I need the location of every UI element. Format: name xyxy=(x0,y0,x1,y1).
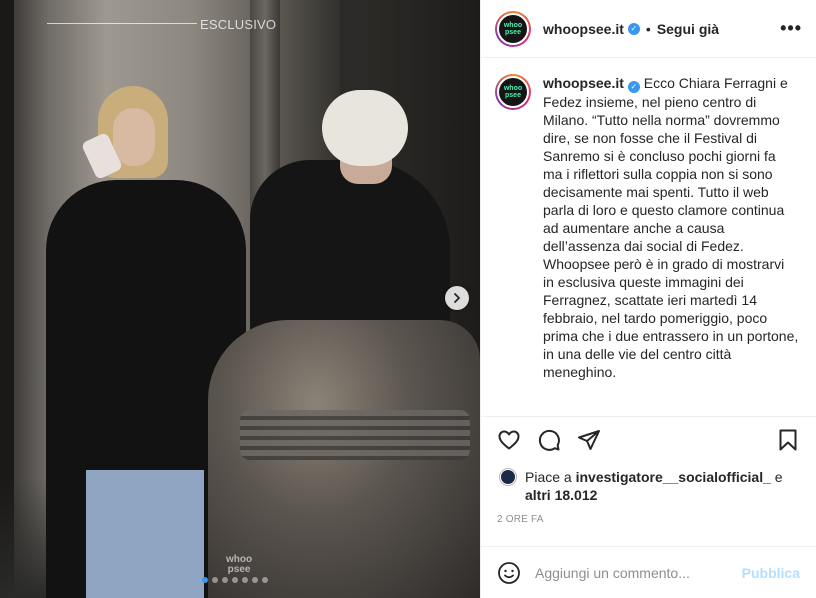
photo-woman-face xyxy=(113,108,155,166)
photo-woman-jeans xyxy=(86,470,204,598)
avatar[interactable]: whoo psee xyxy=(495,10,531,47)
save-button[interactable] xyxy=(776,428,800,452)
likes-text: Piace a investigatore__socialofficial_ e… xyxy=(525,468,783,504)
comment-button[interactable] xyxy=(537,428,561,452)
caption-avatar[interactable]: whoo psee xyxy=(495,74,531,110)
caption-area: whoo psee whoopsee.it ✓ Ecco Chiara Ferrag… xyxy=(481,58,816,416)
share-button[interactable] xyxy=(577,428,601,452)
emoji-icon[interactable] xyxy=(497,561,521,585)
photo-watermark: whoo psee xyxy=(226,554,253,575)
post-modal: ESCLUSIVO whoo psee whoo psee whoopsee.it … xyxy=(0,0,816,598)
header-username[interactable]: whoopsee.it xyxy=(543,21,624,37)
next-photo-button[interactable] xyxy=(445,286,469,310)
more-options-icon[interactable]: ••• xyxy=(780,18,802,39)
caption-body: Ecco Chiara Ferragni e Fedez insieme, ne… xyxy=(543,75,799,380)
post-side-panel: whoo psee whoopsee.it ✓ • Segui già ••• w… xyxy=(480,0,816,598)
heart-icon xyxy=(498,430,520,449)
verified-badge-icon: ✓ xyxy=(627,81,640,93)
photo-scooter-detail xyxy=(240,410,470,460)
likes-others[interactable]: altri 18.012 xyxy=(525,487,597,503)
bookmark-icon xyxy=(779,429,797,450)
publish-button[interactable]: Pubblica xyxy=(742,565,800,581)
comment-bar: Pubblica xyxy=(481,546,816,598)
caption-username[interactable]: whoopsee.it xyxy=(543,75,624,91)
photo-man-head xyxy=(322,90,408,166)
carousel-dot xyxy=(212,577,218,583)
overlay-label: ESCLUSIVO xyxy=(200,17,277,32)
post-timestamp[interactable]: 2 ORE FA xyxy=(481,502,816,530)
chevron-right-icon xyxy=(454,293,461,303)
post-header: whoo psee whoopsee.it ✓ • Segui già ••• xyxy=(481,0,816,58)
header-separator: • xyxy=(645,20,651,37)
following-button[interactable]: Segui già xyxy=(657,21,719,37)
action-bar xyxy=(481,416,816,462)
verified-badge-icon: ✓ xyxy=(627,22,640,35)
carousel-dot xyxy=(262,577,268,583)
carousel-dot xyxy=(232,577,238,583)
carousel-dot xyxy=(242,577,248,583)
overlay-line xyxy=(47,23,197,24)
carousel-dots xyxy=(202,577,268,583)
paper-plane-icon xyxy=(578,429,600,450)
avatar-logo: whoo psee xyxy=(497,12,529,45)
avatar-logo: whoo psee xyxy=(497,76,529,108)
post-photo[interactable]: ESCLUSIVO whoo psee xyxy=(0,0,480,598)
comment-input[interactable] xyxy=(535,564,742,581)
liker-avatar[interactable] xyxy=(499,468,517,486)
liker-username[interactable]: investigatore__socialofficial_ xyxy=(576,469,771,485)
likes-middle: e xyxy=(770,469,783,485)
like-button[interactable] xyxy=(497,428,521,452)
carousel-dot xyxy=(252,577,258,583)
comment-icon xyxy=(538,429,560,451)
caption-text: whoopsee.it ✓ Ecco Chiara Ferragni e Fede… xyxy=(543,74,799,416)
likes-summary: Piace a investigatore__socialofficial_ e… xyxy=(481,462,816,504)
carousel-dot xyxy=(202,577,208,583)
likes-prefix: Piace a xyxy=(525,469,576,485)
carousel-dot xyxy=(222,577,228,583)
